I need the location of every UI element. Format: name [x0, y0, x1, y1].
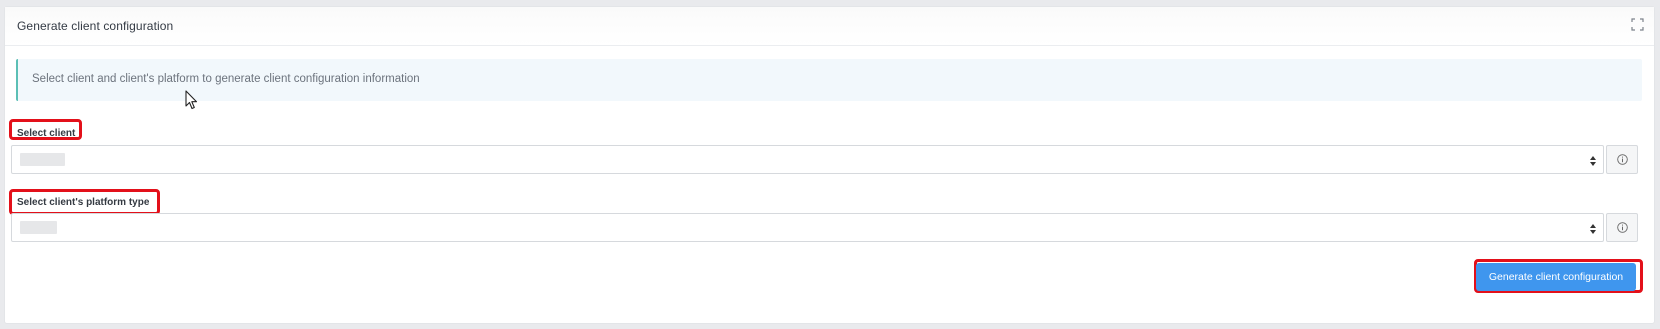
generate-config-button[interactable]: Generate client configuration: [1476, 263, 1636, 291]
expand-icon[interactable]: [1631, 18, 1644, 31]
platform-select-value: [20, 221, 57, 234]
client-select[interactable]: [11, 145, 1604, 174]
select-arrow-icon: [1589, 154, 1597, 166]
client-info-button[interactable]: [1606, 145, 1638, 174]
panel-title: Generate client configuration: [17, 19, 174, 33]
info-circle-icon: [1617, 154, 1628, 165]
info-circle-icon: [1617, 222, 1628, 233]
platform-info-button[interactable]: [1606, 213, 1638, 242]
client-select-value: [20, 153, 65, 166]
mouse-cursor-icon: [185, 90, 199, 115]
platform-field-label: Select client's platform type: [17, 197, 150, 208]
platform-select[interactable]: [11, 213, 1604, 242]
client-field-label: Select client: [17, 128, 76, 139]
info-alert-text: Select client and client's platform to g…: [32, 73, 420, 85]
info-alert: Select client and client's platform to g…: [16, 59, 1642, 101]
panel-header: Generate client configuration: [5, 7, 1654, 46]
select-arrow-icon: [1589, 222, 1597, 234]
